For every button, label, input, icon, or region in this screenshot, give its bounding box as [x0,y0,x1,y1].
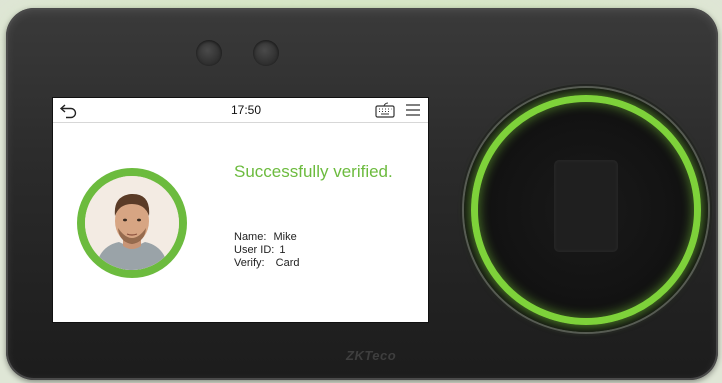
camera-lens-left [196,40,222,66]
brand-logo: ZKTeco [346,348,397,363]
menu-icon[interactable] [405,102,421,118]
reader-sensor-window [554,160,618,252]
name-row: Name: Mike [234,231,297,243]
name-label: Name: [234,231,267,243]
card-reader[interactable] [464,88,708,332]
touch-screen: 17:50 Successfully verified. Name: Mike … [53,98,428,322]
name-value: Mike [273,231,297,243]
status-bar: 17:50 [53,98,428,123]
userid-value: 1 [279,244,286,256]
clock-time: 17:50 [231,103,262,117]
verify-value: Card [275,257,300,269]
keyboard-icon[interactable] [375,102,395,118]
verification-message: Successfully verified. [234,162,393,181]
userid-row: User ID: 1 [234,244,286,256]
verify-row: Verify: Card [234,257,299,269]
userid-label: User ID: [234,244,275,256]
back-icon[interactable] [59,101,79,119]
verify-label: Verify: [234,257,265,269]
user-photo [85,176,179,270]
user-photo-frame [77,168,187,278]
camera-lens-right [253,40,279,66]
terminal-device: 17:50 Successfully verified. Name: Mike … [6,8,718,380]
